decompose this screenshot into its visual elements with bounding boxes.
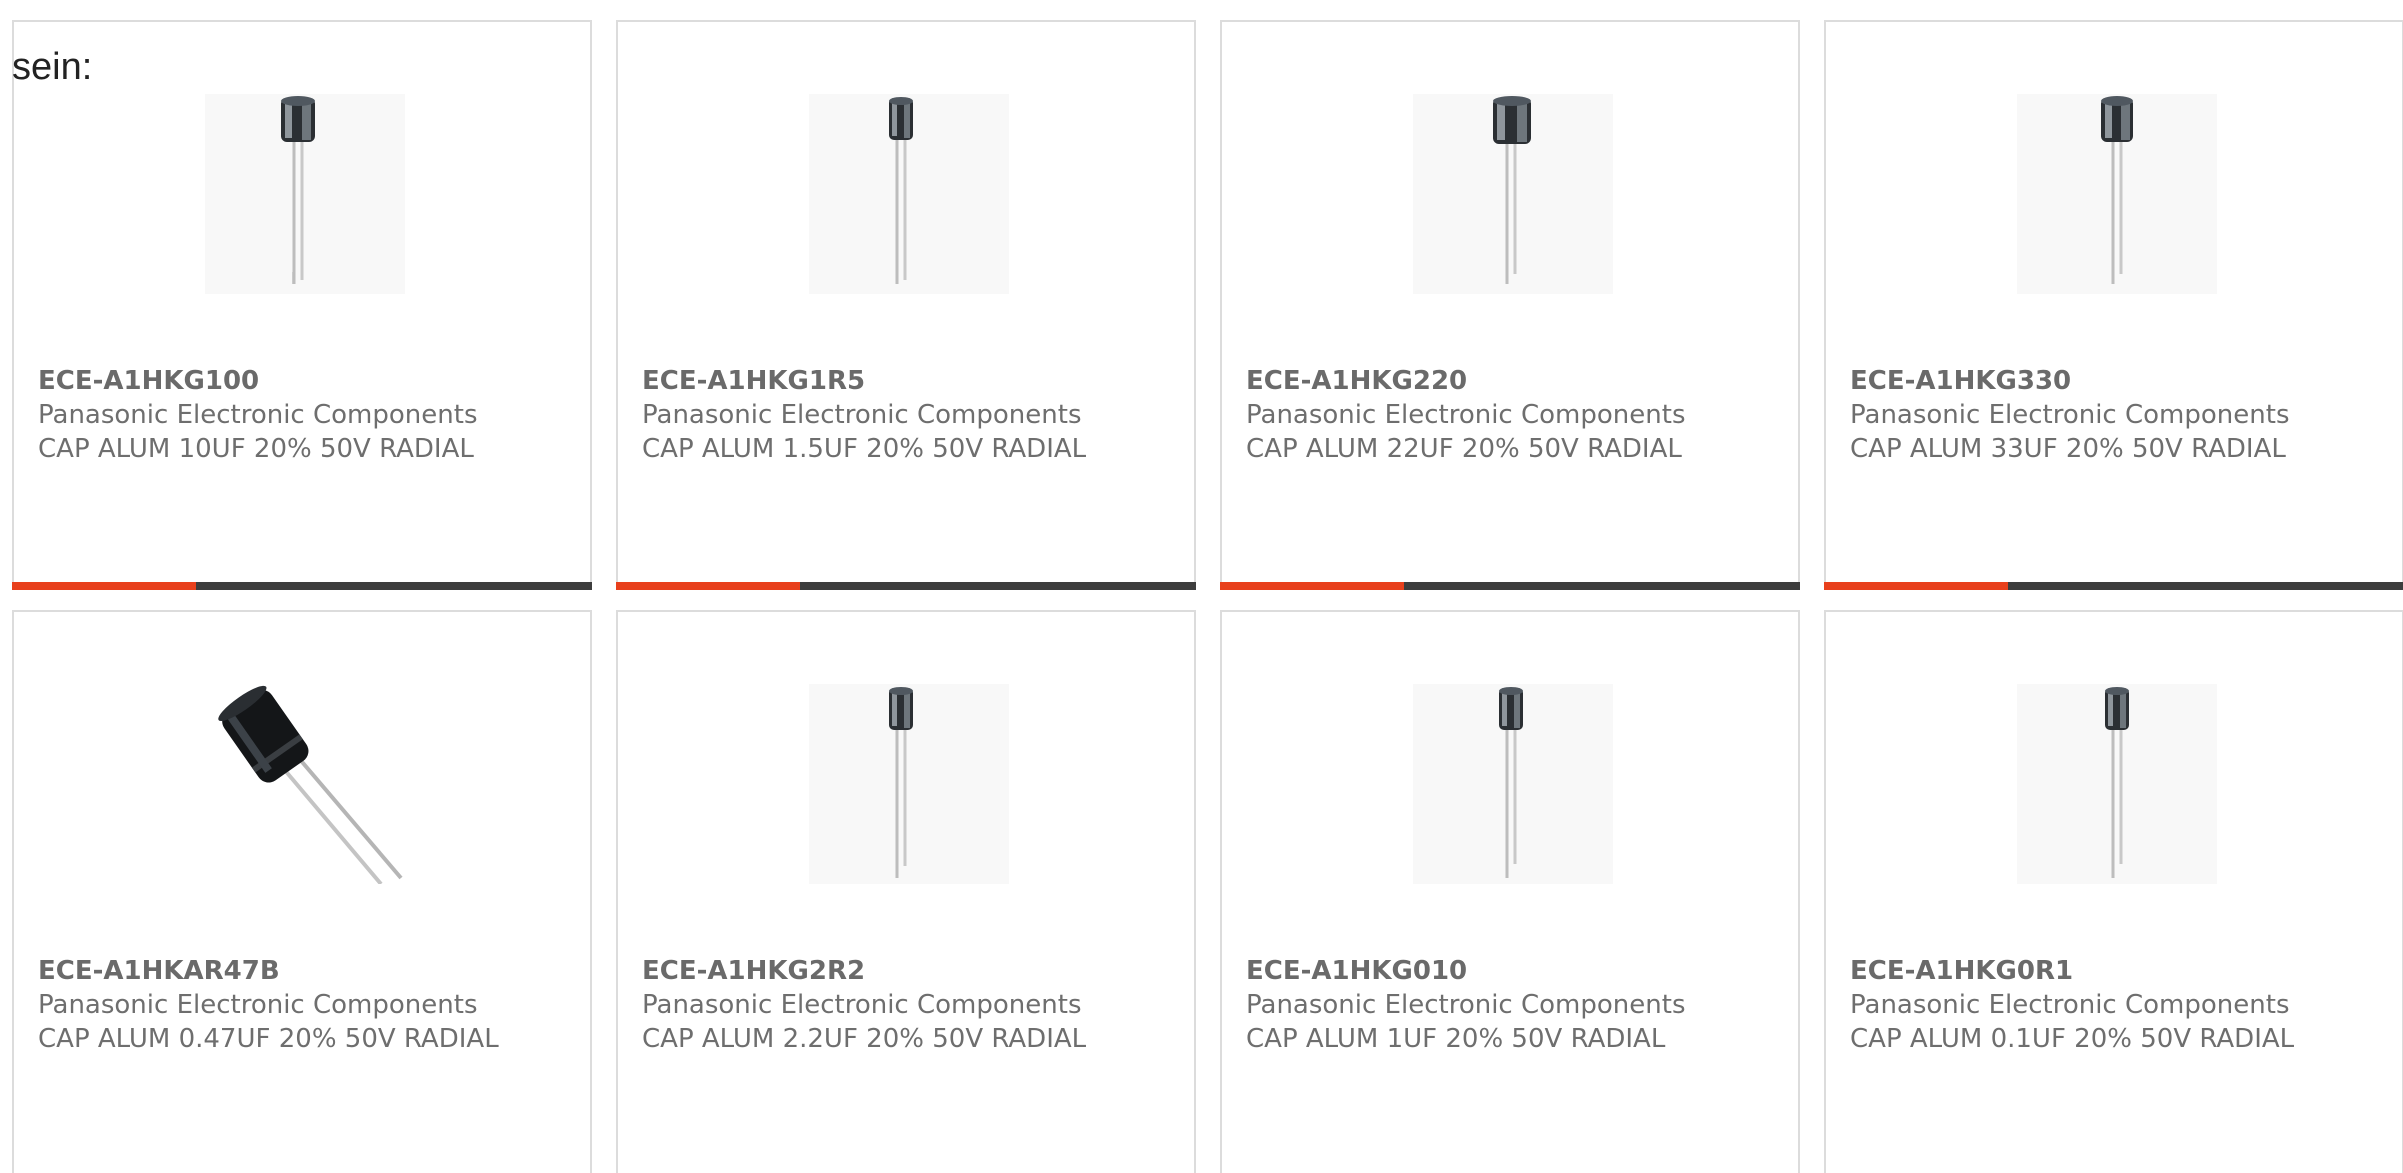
description-label: CAP ALUM 2.2UF 20% 50V RADIAL bbox=[642, 1024, 1087, 1054]
part-number-link[interactable]: ECE-A1HKG330 bbox=[1850, 364, 2370, 398]
part-number-link[interactable]: ECE-A1HKG220 bbox=[1246, 364, 1766, 398]
product-card[interactable]: ECE-A1HKG1R5 Panasonic Electronic Compon… bbox=[616, 20, 1196, 590]
description-label: CAP ALUM 33UF 20% 50V RADIAL bbox=[1850, 434, 2286, 464]
card-underline bbox=[1824, 582, 2403, 590]
manufacturer-label: Panasonic Electronic Components bbox=[38, 990, 478, 1020]
card-underline-accent bbox=[1824, 582, 2008, 590]
manufacturer-label: Panasonic Electronic Components bbox=[642, 400, 1082, 430]
description-label: CAP ALUM 22UF 20% 50V RADIAL bbox=[1246, 434, 1682, 464]
product-info: ECE-A1HKG010 Panasonic Electronic Compon… bbox=[1246, 954, 1766, 1056]
part-number-link[interactable]: ECE-A1HKAR47B bbox=[38, 954, 558, 988]
manufacturer-label: Panasonic Electronic Components bbox=[38, 400, 478, 430]
product-image[interactable] bbox=[205, 94, 405, 294]
product-card[interactable]: ECE-A1HKAR47B Panasonic Electronic Compo… bbox=[12, 610, 592, 1173]
product-image[interactable] bbox=[205, 684, 405, 884]
product-image[interactable] bbox=[1413, 94, 1613, 294]
product-card[interactable]: ECE-A1HKG220 Panasonic Electronic Compon… bbox=[1220, 20, 1800, 590]
part-number-link[interactable]: ECE-A1HKG2R2 bbox=[642, 954, 1162, 988]
product-card[interactable]: ECE-A1HKG2R2 Panasonic Electronic Compon… bbox=[616, 610, 1196, 1173]
product-card[interactable]: ECE-A1HKG0R1 Panasonic Electronic Compon… bbox=[1824, 610, 2403, 1173]
manufacturer-label: Panasonic Electronic Components bbox=[1246, 400, 1686, 430]
product-info: ECE-A1HKG1R5 Panasonic Electronic Compon… bbox=[642, 364, 1162, 466]
product-info: ECE-A1HKG0R1 Panasonic Electronic Compon… bbox=[1850, 954, 2370, 1056]
card-underline-accent bbox=[1220, 582, 1404, 590]
product-info: ECE-A1HKG220 Panasonic Electronic Compon… bbox=[1246, 364, 1766, 466]
product-info: ECE-A1HKG330 Panasonic Electronic Compon… bbox=[1850, 364, 2370, 466]
product-image[interactable] bbox=[1413, 684, 1613, 884]
description-label: CAP ALUM 1.5UF 20% 50V RADIAL bbox=[642, 434, 1087, 464]
card-underline bbox=[12, 582, 592, 590]
part-number-link[interactable]: ECE-A1HKG0R1 bbox=[1850, 954, 2370, 988]
product-info: ECE-A1HKG2R2 Panasonic Electronic Compon… bbox=[642, 954, 1162, 1056]
product-grid-page: sein: ECE-A1HKG100 Panasonic Electronic … bbox=[0, 0, 2403, 1173]
part-number-link[interactable]: ECE-A1HKG1R5 bbox=[642, 364, 1162, 398]
part-number-link[interactable]: ECE-A1HKG100 bbox=[38, 364, 558, 398]
product-image[interactable] bbox=[2017, 684, 2217, 884]
product-info: ECE-A1HKAR47B Panasonic Electronic Compo… bbox=[38, 954, 558, 1056]
description-label: CAP ALUM 1UF 20% 50V RADIAL bbox=[1246, 1024, 1666, 1054]
product-card[interactable]: ECE-A1HKG330 Panasonic Electronic Compon… bbox=[1824, 20, 2403, 590]
card-underline bbox=[616, 582, 1196, 590]
product-image[interactable] bbox=[2017, 94, 2217, 294]
card-underline-accent bbox=[12, 582, 196, 590]
manufacturer-label: Panasonic Electronic Components bbox=[1850, 400, 2290, 430]
intro-text: sein: bbox=[12, 46, 93, 88]
description-label: CAP ALUM 10UF 20% 50V RADIAL bbox=[38, 434, 474, 464]
product-image[interactable] bbox=[809, 684, 1009, 884]
description-label: CAP ALUM 0.1UF 20% 50V RADIAL bbox=[1850, 1024, 2295, 1054]
manufacturer-label: Panasonic Electronic Components bbox=[1246, 990, 1686, 1020]
description-label: CAP ALUM 0.47UF 20% 50V RADIAL bbox=[38, 1024, 499, 1054]
product-card[interactable]: ECE-A1HKG100 Panasonic Electronic Compon… bbox=[12, 20, 592, 590]
product-card[interactable]: ECE-A1HKG010 Panasonic Electronic Compon… bbox=[1220, 610, 1800, 1173]
manufacturer-label: Panasonic Electronic Components bbox=[642, 990, 1082, 1020]
card-underline-accent bbox=[616, 582, 800, 590]
product-image[interactable] bbox=[809, 94, 1009, 294]
card-underline bbox=[1220, 582, 1800, 590]
product-info: ECE-A1HKG100 Panasonic Electronic Compon… bbox=[38, 364, 558, 466]
manufacturer-label: Panasonic Electronic Components bbox=[1850, 990, 2290, 1020]
part-number-link[interactable]: ECE-A1HKG010 bbox=[1246, 954, 1766, 988]
